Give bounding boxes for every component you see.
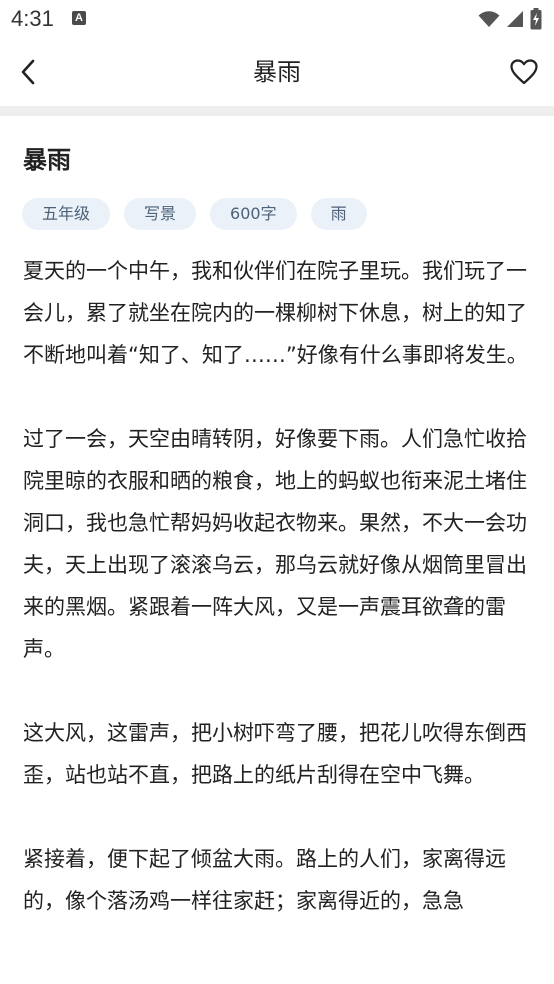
signal-icon (507, 11, 523, 27)
tag-list: 五年级 写景 600字 雨 (22, 198, 367, 230)
header-title: 暴雨 (253, 58, 301, 86)
status-time: 4:31 (11, 6, 54, 31)
status-icons (478, 7, 542, 31)
app-header: 暴雨 (0, 38, 554, 106)
paragraph: 过了一会，天空由晴转阴，好像要下雨。人们急忙收拾院里晾的衣服和晒的粮食，地上的蚂… (23, 427, 527, 661)
header-divider (0, 106, 554, 116)
tag-genre[interactable]: 写景 (124, 198, 197, 230)
wifi-icon (478, 11, 500, 27)
tag-word-count[interactable]: 600字 (210, 198, 297, 230)
paragraph: 紧接着，便下起了倾盆大雨。路上的人们，家离得远的，像个落汤鸡一样往家赶；家离得近… (23, 847, 506, 913)
status-bar: 4:31 A (0, 0, 554, 38)
notification-a-icon: A (72, 11, 86, 25)
battery-charging-icon (530, 8, 542, 30)
tag-topic[interactable]: 雨 (310, 198, 367, 230)
tag-grade[interactable]: 五年级 (22, 198, 111, 230)
heart-outline-icon (510, 59, 538, 85)
article-title: 暴雨 (23, 146, 71, 174)
favorite-button[interactable] (504, 52, 544, 92)
paragraph: 这大风，这雷声，把小树吓弯了腰，把花儿吹得东倒西歪，站也站不直，把路上的纸片刮得… (23, 721, 527, 787)
paragraph: 夏天的一个中午，我和伙伴们在院子里玩。我们玩了一会儿，累了就坐在院内的一棵柳树下… (23, 259, 528, 367)
article-body: 夏天的一个中午，我和伙伴们在院子里玩。我们玩了一会儿，累了就坐在院内的一棵柳树下… (23, 250, 533, 964)
